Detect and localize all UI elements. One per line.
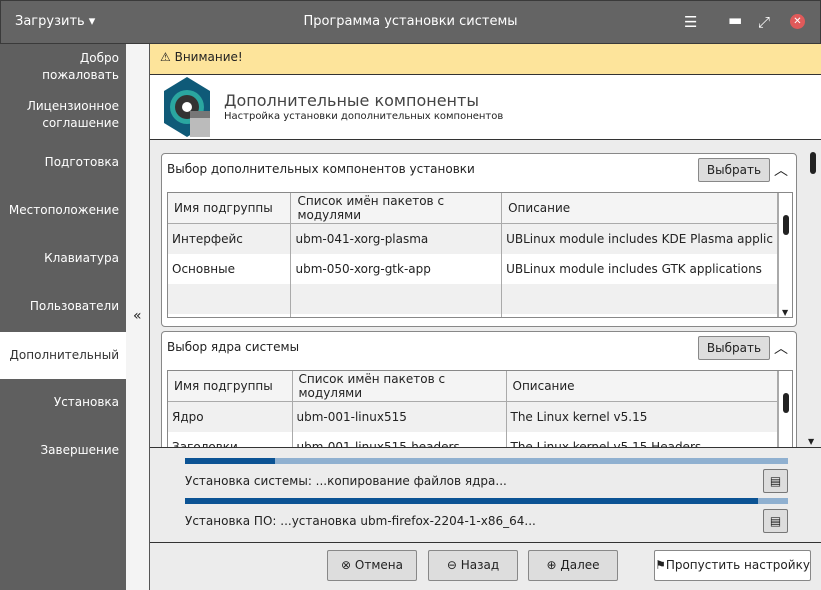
cell (501, 313, 778, 317)
software-progress-bar (185, 498, 788, 504)
footer: ⊗ Отмена ⊖ Назад ⊕ Далее ⚑Пропустить нас… (150, 542, 821, 590)
warning-icon: ⚠ (160, 50, 171, 64)
next-button[interactable]: ⊕ Далее (528, 550, 618, 581)
cell (168, 313, 292, 317)
sidebar-item-location[interactable]: Местоположение (0, 202, 126, 219)
cell (290, 283, 503, 314)
log-icon: ▤ (769, 514, 782, 528)
sidebar-item-preparation[interactable]: Подготовка (0, 154, 126, 171)
section-title: Выбор дополнительных компонентов установ… (167, 162, 475, 176)
select-kernel-button[interactable]: Выбрать (698, 336, 770, 360)
cancel-label: Отмена (354, 558, 403, 572)
column-header[interactable]: Описание (501, 193, 778, 224)
table-scrollbar[interactable]: ▼ (778, 193, 792, 317)
page-header: Дополнительные компоненты Настройка уста… (150, 75, 821, 140)
table-row[interactable]: Ядро ubm-001-linux515 The Linux kernel v5.… (168, 401, 778, 432)
chevron-up-icon[interactable]: ︿ (774, 338, 788, 358)
system-progress-label: Установка системы: ...копирование файлов… (185, 474, 507, 488)
cell: UBLinux module includes KDE Plasma appli… (501, 223, 778, 254)
back-label: Назад (460, 558, 500, 572)
sidebar-item-additional[interactable]: Дополнительный (0, 332, 126, 379)
section-title: Выбор ядра системы (167, 340, 300, 354)
components-table: Имя подгруппы Список имён пакетов с модул… (167, 192, 793, 318)
table-row[interactable] (168, 313, 778, 317)
column-header[interactable]: Имя подгруппы (168, 193, 292, 224)
software-log-button[interactable]: ▤ (763, 509, 788, 533)
warning-text: Внимание! (174, 50, 243, 64)
page-title: Дополнительные компоненты (224, 91, 479, 110)
main-scrollbar[interactable]: ▼ (806, 148, 820, 446)
kernel-table: Имя подгруппы Список имён пакетов с модул… (167, 370, 793, 450)
cell: UBLinux module includes GTK applications (501, 253, 778, 284)
cell: Интерфейс (168, 223, 292, 254)
cell: The Linux kernel v5.15 (506, 401, 778, 432)
skip-label: Пропустить настройку (665, 558, 810, 572)
page-subtitle: Настройка установки дополнительных компо… (224, 111, 504, 122)
app-logo-icon (164, 77, 210, 137)
cell: Ядро (168, 401, 293, 432)
column-header[interactable]: Описание (506, 371, 778, 402)
hamburger-menu-icon[interactable]: ☰ (684, 13, 697, 31)
cancel-icon: ⊗ (341, 558, 352, 572)
sidebar-collapse-button[interactable]: « (126, 44, 150, 590)
select-components-button[interactable]: Выбрать (698, 158, 770, 182)
chevron-up-icon[interactable]: ︿ (774, 160, 788, 180)
warning-bar: ⚠ Внимание! (150, 44, 821, 75)
sidebar-item-users[interactable]: Пользователи (0, 298, 126, 315)
sidebar-item-install[interactable]: Установка (0, 394, 126, 411)
cell (501, 283, 778, 314)
next-label: Далее (560, 558, 600, 572)
system-progress-bar (185, 458, 788, 464)
minimize-icon[interactable]: ▬ (728, 11, 742, 29)
cell: ubm-050-xorg-gtk-app (290, 253, 503, 284)
cell: ubm-041-xorg-plasma (290, 223, 503, 254)
collapse-icon: « (133, 308, 142, 324)
software-progress-label: Установка ПО: ...установка ubm-firefox-2… (185, 514, 536, 528)
sidebar-item-keyboard[interactable]: Клавиатура (0, 250, 126, 267)
cancel-button[interactable]: ⊗ Отмена (327, 550, 417, 581)
maximize-icon[interactable]: ⤢ (758, 13, 770, 31)
cell (168, 283, 292, 314)
table-row[interactable]: Основные ubm-050-xorg-gtk-app UBLinux modu… (168, 253, 778, 284)
sidebar-item-welcome[interactable]: Добро пожаловать (0, 50, 126, 84)
column-header[interactable]: Список имён пакетов с модулями (290, 193, 503, 224)
sidebar-item-license[interactable]: Лицензионное соглашение (0, 98, 126, 132)
flag-icon: ⚑ (655, 558, 666, 572)
close-icon[interactable]: ✕ (790, 14, 805, 29)
cell (290, 313, 503, 317)
table-scrollbar[interactable] (778, 371, 792, 450)
components-section: Выбор дополнительных компонентов установ… (161, 153, 797, 327)
system-log-button[interactable]: ▤ (763, 469, 788, 493)
cell: Основные (168, 253, 292, 284)
titlebar: Загрузить ▾ Программа установки системы … (0, 0, 821, 44)
column-header[interactable]: Список имён пакетов с модулями (292, 371, 507, 402)
back-button[interactable]: ⊖ Назад (428, 550, 518, 581)
log-icon: ▤ (769, 474, 782, 488)
kernel-section: Выбор ядра системы Выбрать ︿ Имя подгруп… (161, 331, 797, 456)
cell: ubm-001-linux515 (292, 401, 507, 432)
back-arrow-icon: ⊖ (446, 558, 457, 572)
next-arrow-icon: ⊕ (546, 558, 557, 572)
sidebar: Добро пожаловать Лицензионное соглашение… (0, 44, 126, 590)
skip-setup-button[interactable]: ⚑Пропустить настройку (654, 550, 811, 581)
table-row[interactable]: Интерфейс ubm-041-xorg-plasma UBLinux modu… (168, 223, 778, 254)
sidebar-item-finish[interactable]: Завершение (0, 442, 126, 459)
column-header[interactable]: Имя подгруппы (168, 371, 293, 402)
table-row[interactable] (168, 283, 778, 314)
